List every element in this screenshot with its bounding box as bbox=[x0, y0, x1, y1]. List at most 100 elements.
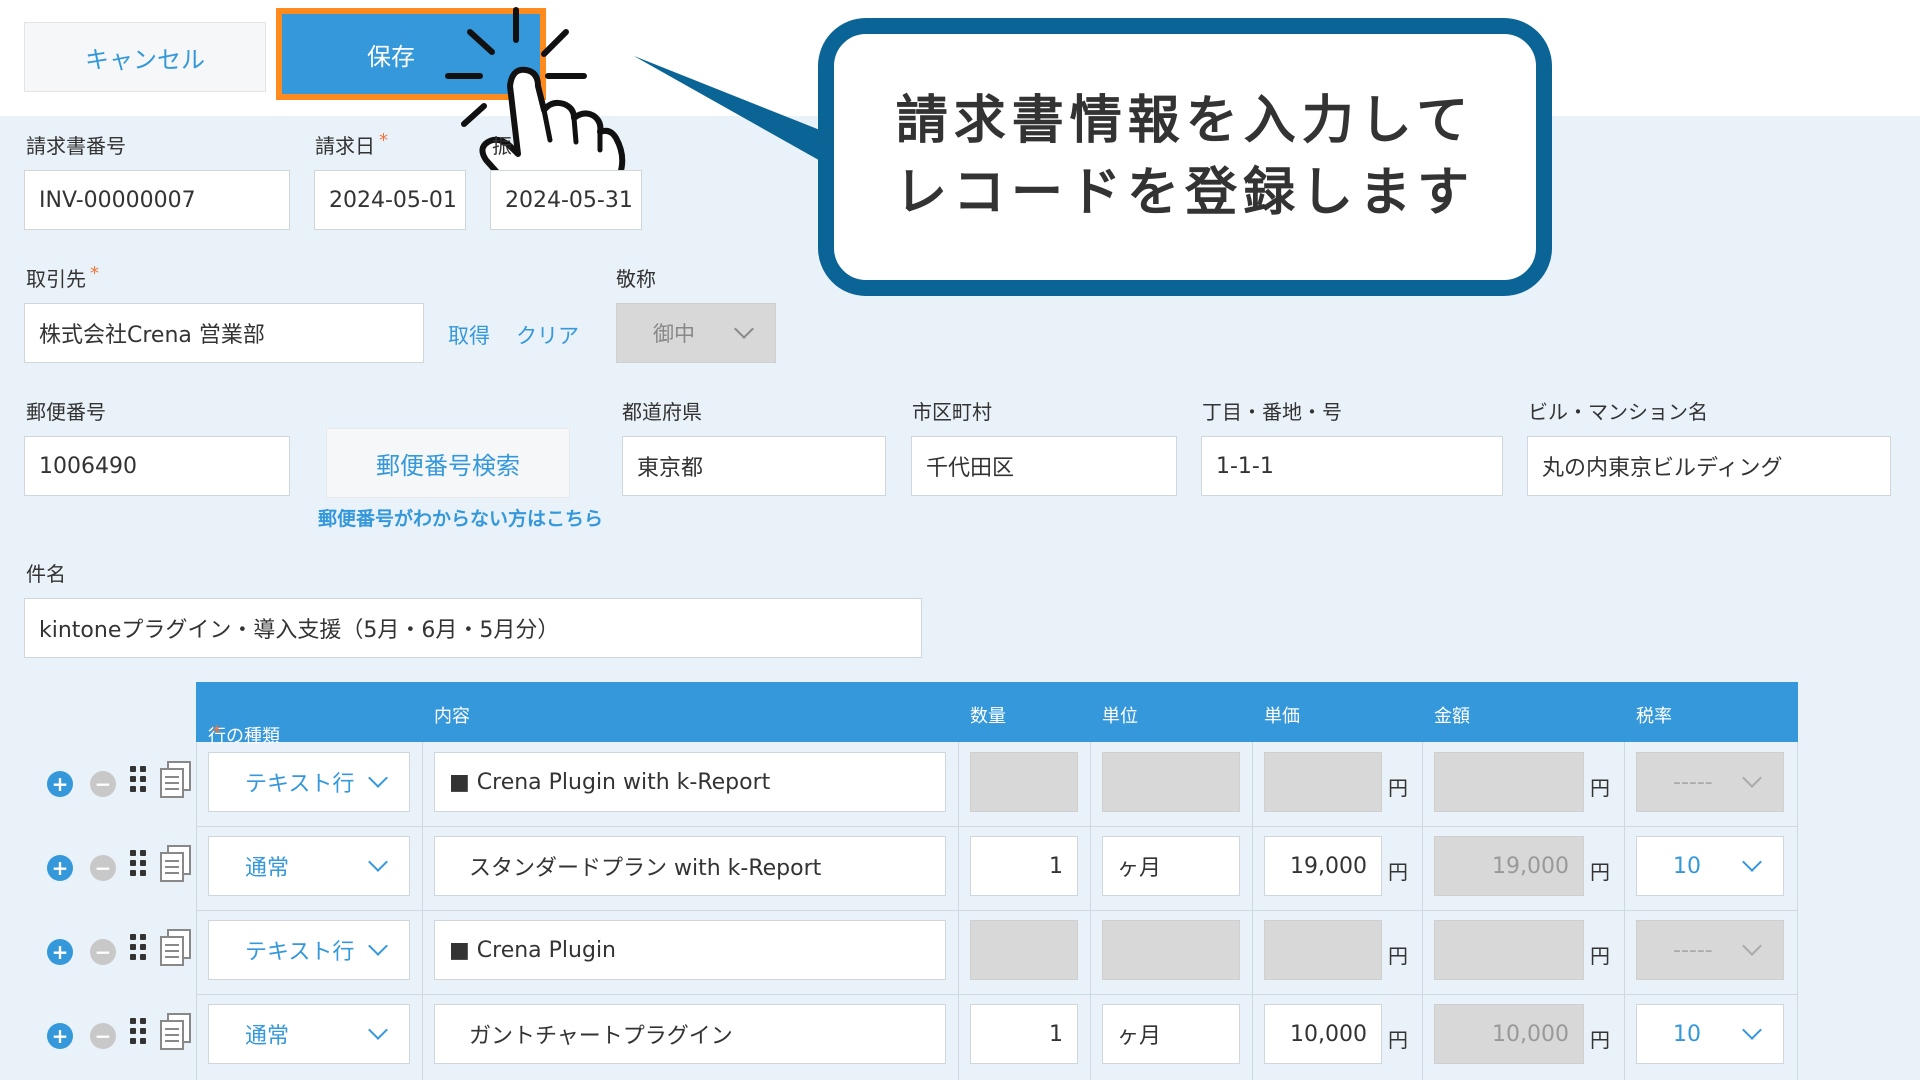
col-amount-header: 金額 bbox=[1434, 706, 1470, 727]
client-input[interactable]: 株式会社Crena 営業部 bbox=[24, 303, 424, 363]
row-type-select[interactable]: テキスト行 bbox=[208, 752, 410, 812]
fetch-link[interactable]: 取得 bbox=[448, 320, 490, 350]
building-label: ビル・マンション名 bbox=[1528, 400, 1708, 424]
remove-row-icon[interactable]: − bbox=[90, 939, 116, 965]
qty-input bbox=[970, 920, 1078, 980]
tax-value: 10 bbox=[1673, 853, 1701, 879]
yen-suffix: 円 bbox=[1590, 860, 1610, 884]
transfer-date-label: 振 bbox=[492, 134, 512, 158]
clear-link[interactable]: クリア bbox=[516, 320, 579, 350]
street-label: 丁目・番地・号 bbox=[1202, 400, 1342, 424]
cancel-button[interactable]: キャンセル bbox=[24, 22, 266, 92]
zip-help-link[interactable]: 郵便番号がわからない方はこちら bbox=[318, 504, 603, 531]
chevron-down-icon bbox=[1742, 768, 1762, 788]
unit-input bbox=[1102, 920, 1240, 980]
tax-value: 10 bbox=[1673, 1021, 1701, 1047]
callout-line-2: レコードを登録します bbox=[894, 163, 1475, 223]
table-row: + − 通常 ガントチャートプラグイン 1 ヶ月 10,000 円 10,000… bbox=[0, 994, 1920, 1078]
drag-handle-icon[interactable] bbox=[130, 766, 152, 798]
unit-input[interactable]: ヶ月 bbox=[1102, 836, 1240, 896]
unit-input bbox=[1102, 752, 1240, 812]
yen-suffix: 円 bbox=[1388, 1028, 1408, 1052]
yen-suffix: 円 bbox=[1590, 776, 1610, 800]
chevron-down-icon bbox=[734, 319, 754, 339]
col-tax-header: 税率 bbox=[1636, 706, 1672, 727]
table-row: + − 通常 スタンダードプラン with k-Report 1 ヶ月 19,0… bbox=[0, 826, 1920, 910]
chevron-down-icon bbox=[368, 768, 388, 788]
remove-row-icon[interactable]: − bbox=[90, 855, 116, 881]
copy-row-icon[interactable] bbox=[158, 844, 194, 884]
row-type-select[interactable]: テキスト行 bbox=[208, 920, 410, 980]
remove-row-icon[interactable]: − bbox=[90, 1023, 116, 1049]
subject-input[interactable]: kintoneプラグイン・導入支援（5月・6月・5月分） bbox=[24, 598, 922, 658]
tax-select: ----- bbox=[1636, 752, 1784, 812]
building-input[interactable]: 丸の内東京ビルディング bbox=[1527, 436, 1891, 496]
chevron-down-icon bbox=[1742, 936, 1762, 956]
row-type-select[interactable]: 通常 bbox=[208, 1004, 410, 1064]
tax-select[interactable]: 10 bbox=[1636, 1004, 1784, 1064]
street-input[interactable]: 1-1-1 bbox=[1201, 436, 1503, 496]
chevron-down-icon bbox=[368, 1020, 388, 1040]
chevron-down-icon bbox=[368, 936, 388, 956]
copy-row-icon[interactable] bbox=[158, 928, 194, 968]
zip-search-button[interactable]: 郵便番号検索 bbox=[326, 428, 570, 498]
invoice-no-label: 請求書番号 bbox=[26, 134, 126, 158]
unit-input[interactable]: ヶ月 bbox=[1102, 1004, 1240, 1064]
add-row-icon[interactable]: + bbox=[47, 855, 73, 881]
copy-row-icon[interactable] bbox=[158, 1012, 194, 1052]
row-type-select[interactable]: 通常 bbox=[208, 836, 410, 896]
chevron-down-icon bbox=[1742, 852, 1762, 872]
callout-line-1: 請求書情報を入力して bbox=[895, 91, 1475, 151]
tax-select: ----- bbox=[1636, 920, 1784, 980]
invoice-no-input[interactable]: INV-00000007 bbox=[24, 170, 290, 230]
price-input bbox=[1264, 752, 1382, 812]
chevron-down-icon bbox=[1742, 1020, 1762, 1040]
zip-label: 郵便番号 bbox=[26, 400, 106, 424]
price-input bbox=[1264, 920, 1382, 980]
content-input[interactable]: スタンダードプラン with k-Report bbox=[434, 836, 946, 896]
copy-row-icon[interactable] bbox=[158, 760, 194, 800]
yen-suffix: 円 bbox=[1590, 944, 1610, 968]
pref-input[interactable]: 東京都 bbox=[622, 436, 886, 496]
row-type-value: 通常 bbox=[245, 856, 290, 881]
amount-output bbox=[1434, 752, 1584, 812]
city-input[interactable]: 千代田区 bbox=[911, 436, 1177, 496]
zip-input[interactable]: 1006490 bbox=[24, 436, 290, 496]
add-row-icon[interactable]: + bbox=[47, 939, 73, 965]
tax-value: ----- bbox=[1673, 769, 1713, 795]
chevron-down-icon bbox=[368, 852, 388, 872]
amount-output: 19,000 bbox=[1434, 836, 1584, 896]
content-input[interactable]: ■ Crena Plugin with k-Report bbox=[434, 752, 946, 812]
yen-suffix: 円 bbox=[1590, 1028, 1610, 1052]
drag-handle-icon[interactable] bbox=[130, 850, 152, 882]
add-row-icon[interactable]: + bbox=[47, 1023, 73, 1049]
client-label: 取引先 * bbox=[26, 263, 99, 291]
content-input[interactable]: ガントチャートプラグイン bbox=[434, 1004, 946, 1064]
col-unit-header: 単位 bbox=[1102, 706, 1138, 727]
table-row: + − テキスト行 ■ Crena Plugin 円 円 ----- bbox=[0, 910, 1920, 994]
transfer-date-input[interactable]: 2024-05-31 bbox=[490, 170, 642, 230]
pref-label: 都道府県 bbox=[622, 400, 702, 424]
add-row-icon[interactable]: + bbox=[47, 771, 73, 797]
price-input[interactable]: 19,000 bbox=[1264, 836, 1382, 896]
row-type-value: テキスト行 bbox=[245, 940, 355, 965]
tax-select[interactable]: 10 bbox=[1636, 836, 1784, 896]
content-input[interactable]: ■ Crena Plugin bbox=[434, 920, 946, 980]
col-price-header: 単価 bbox=[1264, 706, 1300, 727]
instruction-callout: 請求書情報を入力して レコードを登録します bbox=[818, 18, 1552, 296]
qty-input[interactable]: 1 bbox=[970, 836, 1078, 896]
table-row: + − テキスト行 ■ Crena Plugin with k-Report 円… bbox=[0, 742, 1920, 826]
drag-handle-icon[interactable] bbox=[130, 1018, 152, 1050]
qty-input bbox=[970, 752, 1078, 812]
drag-handle-icon[interactable] bbox=[130, 934, 152, 966]
amount-output bbox=[1434, 920, 1584, 980]
qty-input[interactable]: 1 bbox=[970, 1004, 1078, 1064]
honorific-label: 敬称 bbox=[616, 267, 656, 291]
remove-row-icon[interactable]: − bbox=[90, 771, 116, 797]
honorific-value: 御中 bbox=[653, 322, 695, 346]
invoice-date-input[interactable]: 2024-05-01 bbox=[314, 170, 466, 230]
tax-value: ----- bbox=[1673, 937, 1713, 963]
amount-output: 10,000 bbox=[1434, 1004, 1584, 1064]
col-qty-header: 数量 bbox=[970, 706, 1006, 727]
price-input[interactable]: 10,000 bbox=[1264, 1004, 1382, 1064]
